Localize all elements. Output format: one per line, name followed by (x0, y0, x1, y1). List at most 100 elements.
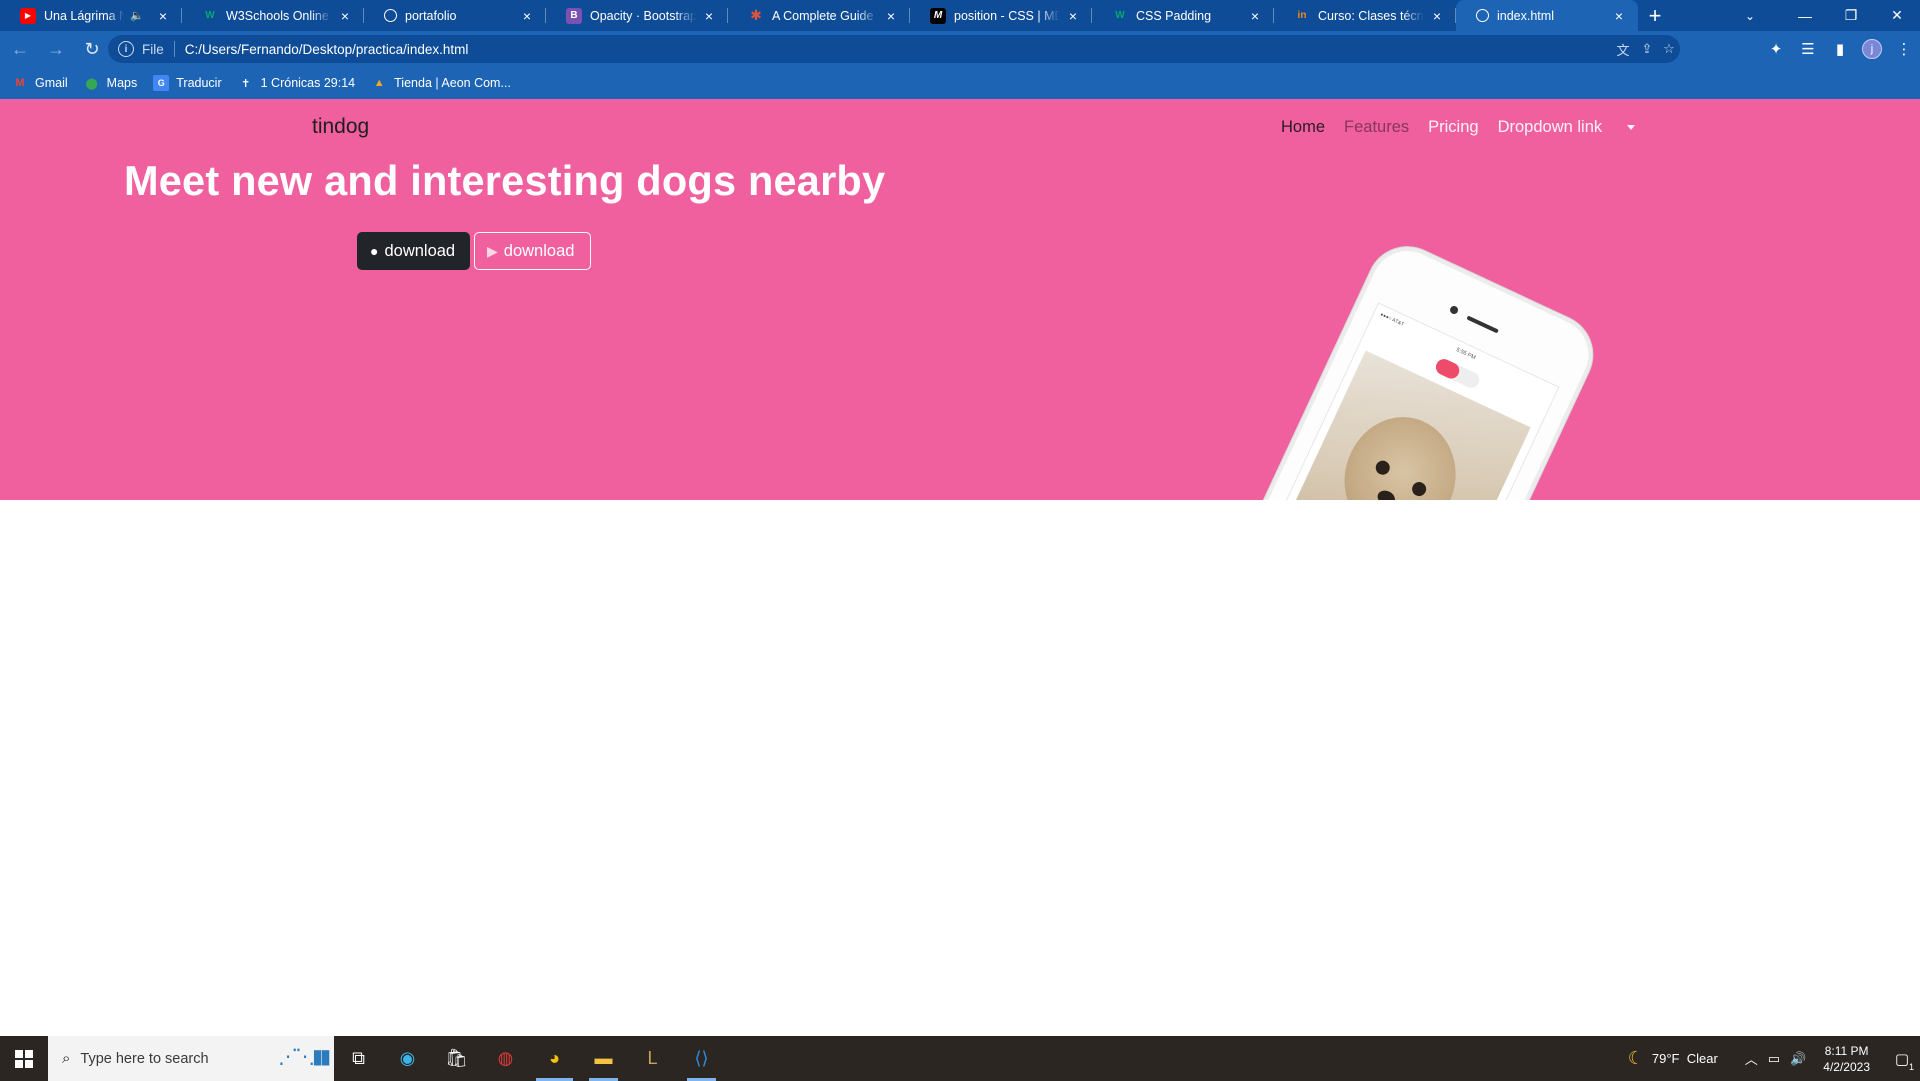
windows-start-icon[interactable] (0, 1036, 48, 1081)
nav-pricing[interactable]: Pricing (1428, 118, 1478, 137)
tab-title: portafolio (405, 8, 457, 23)
toolbar-actions: ✦ ☰ ▮ j ⋮ (1760, 31, 1920, 67)
back-arrow-icon[interactable]: ← (4, 33, 36, 65)
translate-icon: G (153, 75, 170, 91)
tab-title: position - CSS | MDN (954, 8, 1060, 23)
nav-dropdown-label: Dropdown link (1497, 118, 1603, 136)
taskbar-search-box[interactable]: ⌕ Type here to search ⋰⋱▮▮ (48, 1036, 334, 1081)
tab-portafolio[interactable]: portafolio × (364, 0, 546, 31)
chrome-icon[interactable]: ◕ (530, 1036, 579, 1081)
tab-title: A Complete Guide to (772, 8, 878, 23)
new-tab-button[interactable]: + (1638, 0, 1672, 31)
bookmark-label: Tienda | Aeon Com... (394, 76, 511, 90)
apple-download-button[interactable]: ● download (357, 232, 470, 270)
tab-css-tricks[interactable]: ✱ A Complete Guide to × (728, 0, 910, 31)
tab-curso[interactable]: in Curso: Clases técnicas × (1274, 0, 1456, 31)
muted-speaker-icon[interactable]: 🔈 (130, 9, 144, 22)
bootstrap-icon: B (566, 7, 582, 24)
bookmark-aeon[interactable]: ▲ Tienda | Aeon Com... (371, 75, 511, 91)
aeon-icon: ▲ (373, 77, 385, 89)
translate-page-icon[interactable]: 文 (1614, 41, 1632, 58)
nav-features[interactable]: Features (1344, 118, 1409, 137)
dog-eye (1373, 458, 1393, 477)
divider (173, 41, 175, 57)
profile-avatar[interactable]: j (1862, 39, 1882, 59)
clock-date: 4/2/2023 (1823, 1059, 1870, 1074)
tab-close-icon[interactable]: × (336, 7, 354, 25)
tab-close-icon[interactable]: × (154, 7, 172, 25)
volume-icon[interactable]: 🔊 (1790, 1051, 1806, 1067)
reload-icon[interactable]: ↻ (76, 33, 108, 65)
search-highlight-icon: ⋰⋱▮▮ (277, 1046, 331, 1068)
forward-arrow-icon[interactable]: → (40, 33, 72, 65)
nav-home[interactable]: Home (1281, 118, 1325, 137)
tab-title: Una Lágrima No E (44, 8, 125, 23)
edge-icon[interactable]: ◉ (383, 1036, 432, 1081)
button-label: download (503, 241, 575, 260)
globe-icon (384, 9, 397, 22)
tab-index-html[interactable]: index.html × (1456, 0, 1638, 31)
search-icon: ⌕ (62, 1050, 71, 1067)
bookmark-traducir[interactable]: G Traducir (153, 75, 222, 91)
bookmark-gmail[interactable]: M Gmail (12, 75, 67, 91)
minimize-icon[interactable]: — (1782, 0, 1828, 31)
moon-icon: ☾ (1627, 1048, 1644, 1068)
iphone-mockup-image: ●●●○ AT&T 5:55 PM (1206, 234, 1606, 500)
extensions-puzzle-icon[interactable]: ✦ (1760, 33, 1792, 65)
close-window-icon[interactable]: ✕ (1874, 0, 1920, 31)
reading-list-icon[interactable]: ☰ (1792, 33, 1824, 65)
gmail-icon: M (15, 77, 25, 89)
bookmark-cronicas[interactable]: ✝ 1 Crónicas 29:14 (238, 75, 356, 91)
bookmark-label: 1 Crónicas 29:14 (260, 76, 356, 90)
tab-search-chevron-icon[interactable]: ⌄ (1730, 0, 1770, 31)
menu-kebab-icon[interactable]: ⋮ (1888, 33, 1920, 65)
task-view-icon[interactable]: ⧉ (334, 1036, 383, 1081)
side-panel-icon[interactable]: ▮ (1824, 33, 1856, 65)
tab-bootstrap[interactable]: B Opacity · Bootstrap v5 × (546, 0, 728, 31)
chevron-up-icon[interactable]: ︿ (1745, 1049, 1758, 1068)
address-bar[interactable]: i File C:/Users/Fernando/Desktop/practic… (108, 35, 1680, 63)
tab-close-icon[interactable]: × (518, 7, 536, 25)
share-icon[interactable]: ⇪ (1638, 41, 1656, 57)
browser-toolbar: ← → ↻ i File C:/Users/Fernando/Desktop/p… (0, 31, 1920, 67)
notification-icon[interactable]: ▢ 1 (1884, 1036, 1920, 1081)
tab-close-icon[interactable]: × (882, 7, 900, 25)
tab-close-icon[interactable]: × (1246, 7, 1264, 25)
restore-icon[interactable]: ❐ (1828, 0, 1874, 31)
bookmark-maps[interactable]: ⬤ Maps (84, 75, 138, 91)
tab-mdn[interactable]: M position - CSS | MDN × (910, 0, 1092, 31)
phone-screen: ●●●○ AT&T 5:55 PM (1230, 302, 1560, 500)
google-play-download-button[interactable]: ▶ download (474, 232, 591, 270)
search-placeholder: Type here to search (80, 1050, 209, 1067)
apple-icon: ● (370, 243, 379, 259)
brand-logo[interactable]: tindog (312, 115, 369, 139)
tab-youtube[interactable]: ▶ Una Lágrima No E 🔈 × (0, 0, 182, 31)
tab-close-icon[interactable]: × (1064, 7, 1082, 25)
game-app-icon[interactable]: ◍ (481, 1036, 530, 1081)
file-explorer-icon[interactable]: ▬ (579, 1036, 628, 1081)
globe-icon (1476, 9, 1489, 22)
taskbar-clock[interactable]: 8:11 PM 4/2/2023 (1823, 1043, 1870, 1075)
file-scheme-label: File (142, 41, 164, 57)
system-tray: ☾ 79°F Clear ︿ ▭ 🔊 8:11 PM 4/2/2023 ▢ 1 (1628, 1036, 1920, 1081)
bookmark-star-icon[interactable]: ☆ (1660, 41, 1678, 57)
weather-widget[interactable]: ☾ 79°F Clear (1628, 1048, 1718, 1069)
league-client-icon[interactable]: L (628, 1036, 677, 1081)
network-icon[interactable]: ▭ (1768, 1051, 1780, 1067)
tab-css-padding[interactable]: W CSS Padding × (1092, 0, 1274, 31)
nav-dropdown[interactable]: Dropdown link (1498, 118, 1636, 137)
tab-w3schools[interactable]: W W3Schools Online We × (182, 0, 364, 31)
hero-section: tindog Home Features Pricing Dropdown li… (0, 99, 1920, 500)
tab-title: CSS Padding (1136, 8, 1212, 23)
tab-close-icon[interactable]: × (1428, 7, 1446, 25)
tab-title: Opacity · Bootstrap v5 (590, 8, 696, 23)
tab-title: W3Schools Online We (226, 8, 332, 23)
url-text[interactable]: C:/Users/Fernando/Desktop/practica/index… (185, 42, 469, 57)
tab-close-icon[interactable]: × (1610, 7, 1628, 25)
vscode-icon[interactable]: ⟨⟩ (677, 1036, 726, 1081)
tab-close-icon[interactable]: × (700, 7, 718, 25)
page-viewport: tindog Home Features Pricing Dropdown li… (0, 99, 1920, 1036)
tab-title: index.html (1497, 8, 1554, 23)
site-info-icon[interactable]: i (118, 41, 134, 57)
store-icon[interactable]: 🛍 (432, 1036, 481, 1081)
